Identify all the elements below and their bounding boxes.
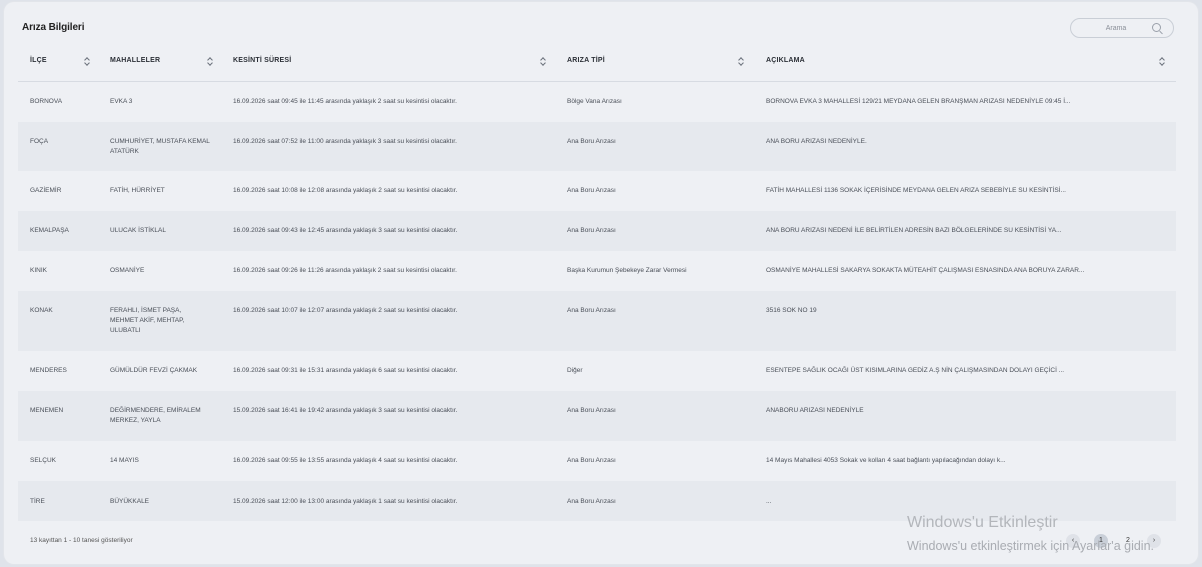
cell-aciklama: ...: [766, 498, 772, 505]
cell-tip: Diğer: [567, 367, 583, 374]
sort-icon[interactable]: [1159, 57, 1165, 65]
cell-tip: Ana Boru Arızası: [567, 187, 616, 194]
cell-aciklama: 3516 SOK NO 19: [766, 307, 817, 314]
cell-kesinti: 15.09.2026 saat 16:41 ile 19:42 arasında…: [233, 407, 458, 414]
cell-kesinti: 16.09.2026 saat 09:31 ile 15:31 arasında…: [233, 367, 458, 374]
cell-mahalleler: BÜYÜKKALE: [110, 498, 150, 505]
cell-kesinti: 16.09.2026 saat 07:52 ile 11:00 arasında…: [233, 138, 457, 145]
cell-mahalleler: ULUCAK İSTİKLAL: [110, 227, 166, 234]
cell-kesinti: 16.09.2026 saat 09:26 ile 11:26 arasında…: [233, 267, 457, 274]
cell-kesinti: 16.09.2026 saat 09:55 ile 13:55 arasında…: [233, 457, 458, 464]
table-row[interactable]: KONAK FERAHLI, İSMET PAŞA, MEHMET AKİF, …: [18, 291, 1176, 351]
cell-ilce: MENEMEN: [30, 407, 64, 414]
cell-aciklama: FATİH MAHALLESİ 1136 SOKAK İÇERİSİNDE ME…: [766, 187, 1066, 194]
table-header: İLÇE MAHALLELER KESİNTİ SÜRESİ ARIZA TİP…: [18, 45, 1176, 82]
sort-icon[interactable]: [540, 57, 546, 65]
cell-tip: Bölge Vana Arızası: [567, 98, 622, 105]
cell-ilce: KONAK: [30, 307, 53, 314]
cell-kesinti: 16.09.2026 saat 09:45 ile 11:45 arasında…: [233, 98, 457, 105]
cell-tip: Ana Boru Arızası: [567, 498, 616, 505]
page-title: Arıza Bilgileri: [22, 22, 85, 33]
cell-tip: Ana Boru Arızası: [567, 407, 616, 414]
cell-tip: Ana Boru Arızası: [567, 457, 616, 464]
cell-kesinti: 16.09.2026 saat 09:43 ile 12:45 arasında…: [233, 227, 458, 234]
column-header-tip[interactable]: ARIZA TİPİ: [567, 45, 605, 81]
cell-aciklama: 14 Mayıs Mahallesi 4053 Sokak ve kolları…: [766, 457, 1006, 464]
cell-aciklama: ANA BORU ARIZASI NEDENİ İLE BELİRTİLEN A…: [766, 227, 1062, 234]
cell-aciklama: OSMANİYE MAHALLESİ SAKARYA SOKAKTA MÜTEA…: [766, 267, 1085, 274]
cell-tip: Ana Boru Arızası: [567, 138, 616, 145]
cell-ilce: TİRE: [30, 498, 45, 505]
windows-activation-text: Windows'u etkinleştirmek için Ayarlar'a …: [907, 539, 1155, 553]
cell-mahalleler: GÜMÜLDÜR FEVZİ ÇAKMAK: [110, 367, 198, 374]
cell-mahalleler: EVKA 3: [110, 98, 133, 105]
cell-mahalleler: 14 MAYIS: [110, 457, 139, 464]
cell-kesinti: 15.09.2026 saat 12:00 ile 13:00 arasında…: [233, 498, 458, 505]
table-row[interactable]: MENEMEN DEĞİRMENDERE, EMİRALEM MERKEZ, Y…: [18, 391, 1176, 441]
cell-ilce: KINIK: [30, 267, 47, 274]
column-header-ilce[interactable]: İLÇE: [30, 45, 47, 81]
table-info: 13 kayıttan 1 - 10 tanesi gösteriliyor: [30, 537, 133, 544]
cell-ilce: GAZİEMİR: [30, 187, 62, 194]
cell-aciklama: BORNOVA EVKA 3 MAHALLESİ 129/21 MEYDANA …: [766, 98, 1071, 105]
table-row[interactable]: KINIK OSMANİYE 16.09.2026 saat 09:26 ile…: [18, 251, 1176, 291]
cell-aciklama: ANABORU ARIZASI NEDENİYLE: [766, 407, 864, 414]
table-row[interactable]: FOÇA CUMHURİYET, MUSTAFA KEMAL ATATÜRK 1…: [18, 122, 1176, 171]
windows-activation-title: Windows'u Etkinleştir: [907, 514, 1058, 531]
cell-kesinti: 16.09.2026 saat 10:07 ile 12:07 arasında…: [233, 307, 458, 314]
table-row[interactable]: SELÇUK 14 MAYIS 16.09.2026 saat 09:55 il…: [18, 441, 1176, 481]
cell-mahalleler: FATİH, HÜRRİYET: [110, 187, 165, 194]
column-header-mahalleler[interactable]: MAHALLELER: [110, 45, 160, 81]
sort-icon[interactable]: [738, 57, 744, 65]
table-row[interactable]: MENDERES GÜMÜLDÜR FEVZİ ÇAKMAK 16.09.202…: [18, 351, 1176, 391]
cell-mahalleler: OSMANİYE: [110, 267, 145, 274]
cell-tip: Başka Kurumun Şebekeye Zarar Vermesi: [567, 267, 687, 274]
cell-kesinti: 16.09.2026 saat 10:08 ile 12:08 arasında…: [233, 187, 458, 194]
cell-ilce: KEMALPAŞA: [30, 227, 69, 234]
sort-icon[interactable]: [207, 57, 213, 65]
table-row[interactable]: BORNOVA EVKA 3 16.09.2026 saat 09:45 ile…: [18, 82, 1176, 122]
column-header-kesinti[interactable]: KESİNTİ SÜRESİ: [233, 45, 291, 81]
cell-tip: Ana Boru Arızası: [567, 307, 616, 314]
column-header-aciklama[interactable]: AÇIKLAMA: [766, 45, 805, 81]
search-box[interactable]: [1070, 18, 1174, 38]
cell-mahalleler: DEĞİRMENDERE, EMİRALEM MERKEZ, YAYLA: [110, 407, 201, 424]
table-row[interactable]: KEMALPAŞA ULUCAK İSTİKLAL 16.09.2026 saa…: [18, 211, 1176, 251]
cell-tip: Ana Boru Arızası: [567, 227, 616, 234]
cell-ilce: FOÇA: [30, 138, 49, 145]
cell-ilce: BORNOVA: [30, 98, 63, 105]
search-icon[interactable]: [1152, 23, 1161, 32]
sort-icon[interactable]: [84, 57, 90, 65]
cell-mahalleler: CUMHURİYET, MUSTAFA KEMAL ATATÜRK: [110, 138, 210, 155]
search-input[interactable]: [1083, 22, 1149, 34]
cell-mahalleler: FERAHLI, İSMET PAŞA, MEHMET AKİF, MEHTAP…: [110, 307, 185, 334]
cell-ilce: MENDERES: [30, 367, 67, 374]
cell-ilce: SELÇUK: [30, 457, 57, 464]
table-row[interactable]: GAZİEMİR FATİH, HÜRRİYET 16.09.2026 saat…: [18, 171, 1176, 211]
cell-aciklama: ESENTEPE SAĞLIK OCAĞI ÜST KISIMLARINA GE…: [766, 367, 1065, 374]
cell-aciklama: ANA BORU ARIZASI NEDENİYLE.: [766, 138, 867, 145]
